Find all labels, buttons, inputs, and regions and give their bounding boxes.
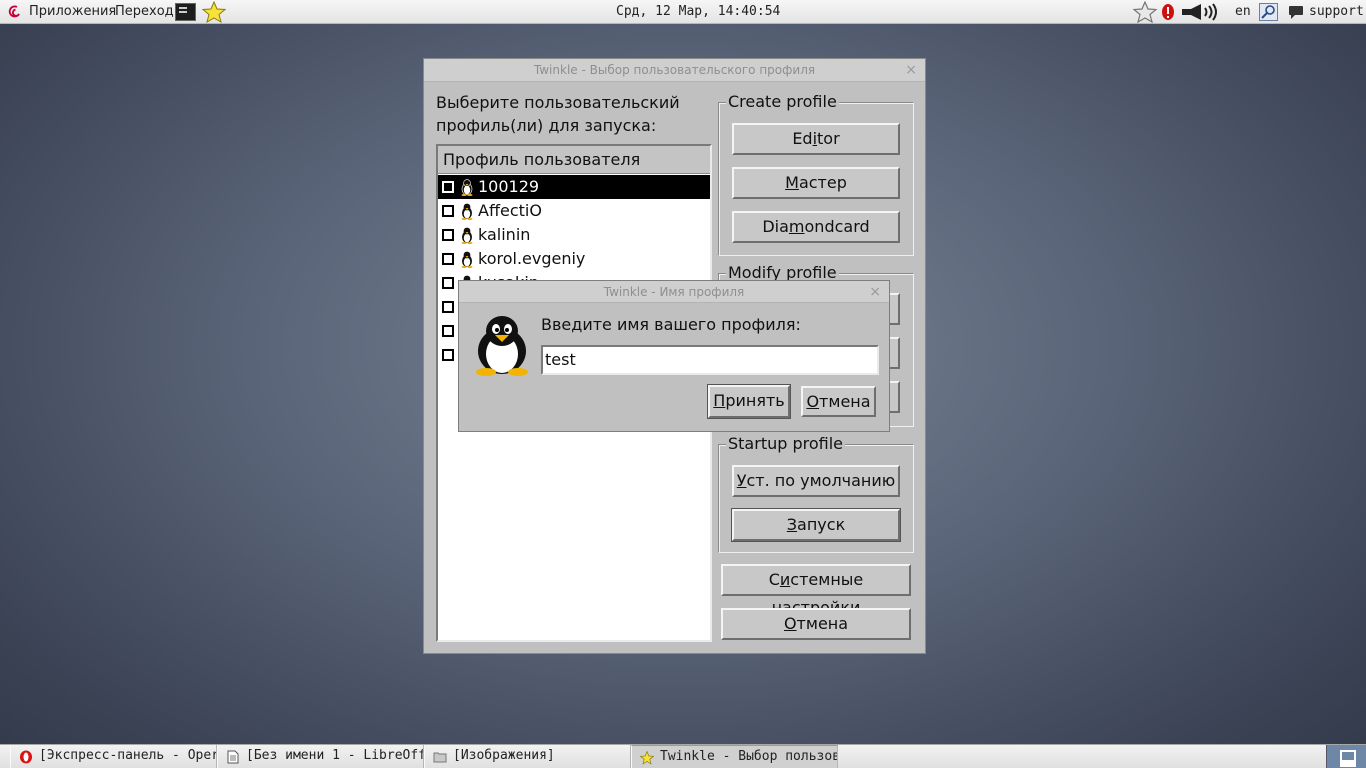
cancel-button[interactable]: Отмена [721, 608, 911, 640]
show-desktop-button[interactable] [1326, 745, 1366, 768]
chat-icon [1289, 6, 1303, 19]
twinkle-star-icon [640, 751, 654, 765]
run-button[interactable]: Запуск [731, 508, 901, 542]
user-name[interactable]: support [1309, 0, 1364, 24]
taskbar: [Экспресс-панель - Oper… [Без имени 1 - … [0, 744, 1366, 768]
task-label: Twinkle - Выбор пользов… [660, 749, 838, 764]
profile-row-korol-evgeniy[interactable]: korol.evgeniy [438, 247, 710, 271]
list-header[interactable]: Профиль пользователя [438, 146, 710, 174]
checkbox[interactable] [442, 229, 454, 241]
dialog-titlebar[interactable]: Twinkle - Имя профиля × [459, 281, 889, 303]
places-menu[interactable]: Переход [115, 0, 174, 24]
profile-name: AffectiO [478, 201, 542, 220]
system-settings-button[interactable]: Системные настройки [721, 564, 911, 617]
window-titlebar[interactable]: Twinkle - Выбор пользовательского профил… [424, 59, 925, 82]
task-label: [Без имени 1 - LibreOff… [246, 748, 424, 763]
dialog-prompt: Введите имя вашего профиля: [541, 315, 801, 334]
prompt-line-1: Выберите пользовательский [436, 93, 680, 112]
accept-button[interactable]: Принять [707, 384, 791, 419]
penguin-icon [461, 227, 473, 244]
checkbox[interactable] [442, 325, 454, 337]
task-libreoffice[interactable]: [Без имени 1 - LibreOff… [217, 745, 424, 768]
startup-profile-title: Startup profile [726, 434, 846, 454]
opera-icon [20, 750, 32, 764]
dialog-cancel-button[interactable]: Отмена [801, 386, 876, 417]
checkbox[interactable] [442, 301, 454, 313]
language-indicator[interactable]: en [1235, 0, 1251, 24]
profile-row-affectio[interactable]: AffectiO [438, 199, 710, 223]
prompt-line-2: профиль(ли) для запуска: [436, 116, 657, 135]
document-icon [227, 750, 239, 764]
penguin-icon [476, 316, 528, 376]
folder-icon [433, 752, 447, 763]
clock[interactable]: Срд, 12 Мар, 14:40:54 [616, 0, 780, 24]
task-images-folder[interactable]: [Изображения] [424, 745, 631, 768]
search-icon[interactable] [1259, 3, 1278, 21]
set-default-button[interactable]: Уст. по умолчанию [732, 465, 900, 497]
close-icon[interactable]: × [905, 59, 917, 82]
penguin-icon [461, 179, 473, 196]
window-title: Twinkle - Выбор пользовательского профил… [533, 63, 816, 77]
debian-icon[interactable] [8, 5, 22, 19]
profile-name-input[interactable]: test [541, 345, 879, 375]
diamondcard-button[interactable]: Diamondcard [732, 211, 900, 243]
profile-row-kalinin[interactable]: kalinin [438, 223, 710, 247]
penguin-icon [461, 251, 473, 268]
checkbox[interactable] [442, 277, 454, 289]
editor-button[interactable]: Editor [732, 123, 900, 155]
task-label: [Экспресс-панель - Oper… [39, 748, 217, 763]
star-outline-icon[interactable] [1133, 1, 1157, 23]
star-icon[interactable] [202, 1, 226, 23]
checkbox[interactable] [442, 205, 454, 217]
checkbox[interactable] [442, 181, 454, 193]
dialog-close-icon[interactable]: × [869, 281, 881, 303]
penguin-icon [461, 203, 473, 220]
profile-name: 100129 [478, 177, 540, 196]
terminal-icon[interactable] [175, 3, 196, 21]
profile-name: korol.evgeniy [478, 249, 586, 268]
task-label: [Изображения] [453, 748, 555, 763]
top-panel: Приложения Переход Срд, 12 Мар, 14:40:54… [0, 0, 1366, 24]
checkbox[interactable] [442, 253, 454, 265]
task-opera[interactable]: [Экспресс-панель - Oper… [10, 745, 217, 768]
volume-icon[interactable] [1181, 3, 1218, 21]
create-profile-title: Create profile [726, 92, 839, 112]
profile-row-100129[interactable]: 100129 [438, 175, 710, 199]
profile-name-dialog: Twinkle - Имя профиля × Введите имя ваше… [458, 280, 890, 432]
checkbox[interactable] [442, 349, 454, 361]
task-twinkle[interactable]: Twinkle - Выбор пользов… [631, 745, 838, 768]
profile-name: kalinin [478, 225, 531, 244]
dialog-title: Twinkle - Имя профиля [603, 285, 745, 299]
alert-icon[interactable] [1160, 3, 1176, 23]
applications-menu[interactable]: Приложения [29, 0, 116, 24]
wizard-button[interactable]: Мастер [732, 167, 900, 199]
